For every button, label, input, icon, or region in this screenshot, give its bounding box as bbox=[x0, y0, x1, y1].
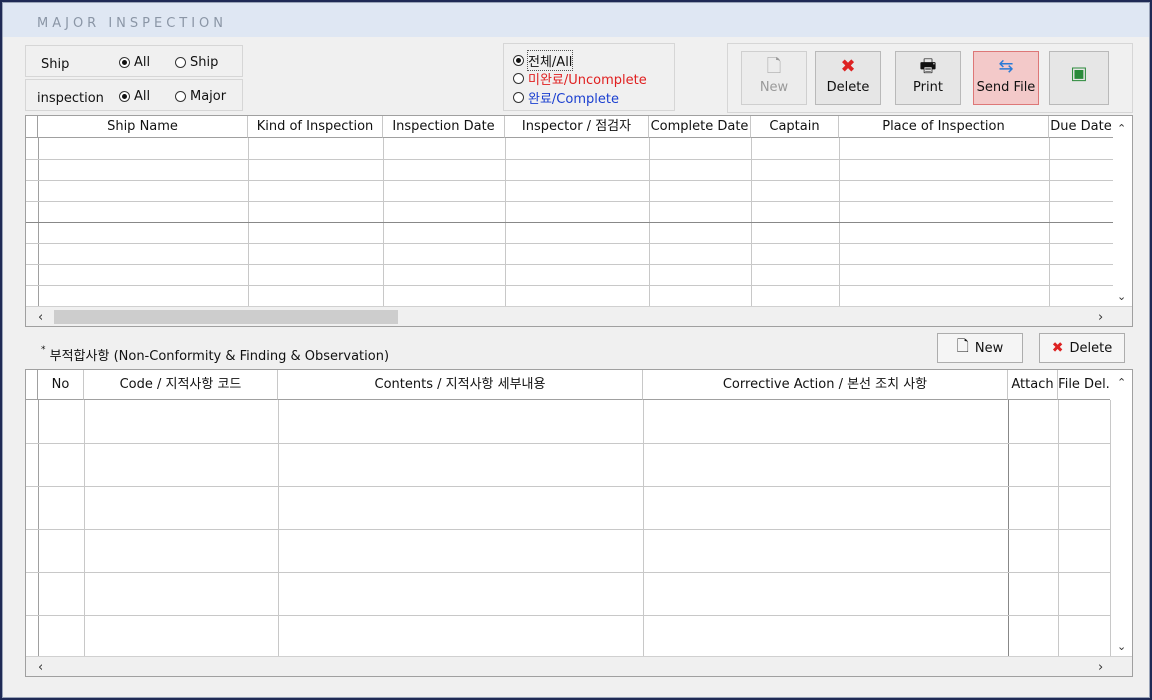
table-row[interactable] bbox=[26, 243, 1113, 244]
status-uncomplete-radio[interactable]: 미완료/Uncomplete bbox=[513, 69, 647, 88]
scroll-right-icon[interactable]: › bbox=[1098, 660, 1103, 675]
column-header[interactable]: Ship Name bbox=[38, 116, 248, 138]
grid-line bbox=[278, 400, 279, 656]
delete-icon: ✖ bbox=[1051, 340, 1064, 356]
ship-ship-label: Ship bbox=[190, 55, 219, 70]
printer-icon: 🖶 bbox=[919, 56, 937, 77]
column-header[interactable]: Contents / 지적사항 세부내용 bbox=[278, 370, 643, 400]
column-header[interactable]: Inspection Date bbox=[383, 116, 505, 138]
grid-line bbox=[38, 400, 39, 656]
radio-unselected-icon bbox=[513, 73, 524, 84]
grid-line bbox=[84, 400, 85, 656]
status-uncomplete-label: 미완료/Uncomplete bbox=[528, 73, 647, 88]
status-all-label: 전체/All bbox=[526, 50, 574, 71]
send-file-icon: ⇆ bbox=[998, 56, 1014, 77]
inspection-table[interactable]: Ship Name Kind of Inspection Inspection … bbox=[25, 115, 1133, 327]
row-header-corner bbox=[26, 370, 38, 400]
scroll-up-icon[interactable]: ⌃ bbox=[1117, 122, 1126, 135]
column-header[interactable]: Complete Date bbox=[649, 116, 751, 138]
table-row[interactable] bbox=[26, 486, 1110, 487]
inspection-major-label: Major bbox=[190, 89, 227, 104]
scroll-left-icon[interactable]: ‹ bbox=[38, 660, 43, 675]
column-header[interactable]: Inspector / 점검자 bbox=[505, 116, 649, 138]
bullet-icon: * bbox=[41, 345, 46, 355]
delete-inspection-button[interactable]: ✖ Delete bbox=[815, 51, 881, 105]
ship-ship-radio[interactable]: Ship bbox=[175, 55, 218, 70]
status-all-radio[interactable]: 전체/All bbox=[513, 50, 574, 71]
grid-line bbox=[1008, 400, 1009, 656]
window-title: MAJOR INSPECTION bbox=[37, 16, 228, 31]
table-row[interactable] bbox=[26, 572, 1110, 573]
exit-button[interactable]: ▣ bbox=[1049, 51, 1109, 105]
scroll-down-icon[interactable]: ⌄ bbox=[1117, 290, 1126, 303]
title-bar: MAJOR INSPECTION bbox=[3, 3, 1149, 37]
table-row[interactable] bbox=[26, 222, 1113, 223]
exit-door-icon: ▣ bbox=[1070, 63, 1088, 84]
delete-icon: ✖ bbox=[840, 56, 856, 77]
grid-line bbox=[1058, 400, 1059, 656]
new-inspection-button[interactable]: 🗋 New bbox=[741, 51, 807, 105]
column-header[interactable]: No bbox=[38, 370, 84, 400]
table-row[interactable] bbox=[26, 159, 1113, 160]
inspection-all-radio[interactable]: All bbox=[119, 89, 150, 104]
ship-all-radio[interactable]: All bbox=[119, 55, 150, 70]
main-window: MAJOR INSPECTION Ship All Ship inspectio… bbox=[2, 2, 1150, 698]
column-header[interactable]: File Del. bbox=[1058, 370, 1110, 400]
radio-unselected-icon bbox=[175, 57, 186, 68]
delete-finding-label: Delete bbox=[1069, 340, 1113, 356]
table-row[interactable] bbox=[26, 443, 1110, 444]
scroll-up-icon[interactable]: ⌃ bbox=[1117, 376, 1126, 389]
radio-unselected-icon bbox=[175, 91, 186, 102]
add-finding-label: New bbox=[974, 340, 1004, 356]
inspection-major-radio[interactable]: Major bbox=[175, 89, 226, 104]
table-row[interactable] bbox=[26, 201, 1113, 202]
new-document-icon: 🗋 bbox=[956, 336, 969, 355]
findings-title: * 부적합사항 (Non-Conformity & Finding & Obse… bbox=[41, 345, 389, 364]
ship-all-label: All bbox=[134, 55, 151, 70]
column-header[interactable]: Attach bbox=[1008, 370, 1058, 400]
horizontal-scrollbar[interactable]: ‹ › bbox=[26, 656, 1132, 676]
horizontal-scrollbar[interactable]: ‹ › bbox=[26, 306, 1132, 326]
add-finding-button[interactable]: 🗋 New bbox=[937, 333, 1023, 363]
table-row[interactable] bbox=[26, 615, 1110, 616]
row-header-corner bbox=[26, 116, 38, 138]
ship-filter-label: Ship bbox=[41, 57, 70, 72]
column-header[interactable]: Corrective Action / 본선 조치 사항 bbox=[643, 370, 1008, 400]
column-header[interactable]: Place of Inspection bbox=[839, 116, 1049, 138]
scroll-left-icon[interactable]: ‹ bbox=[38, 310, 43, 325]
grid-line bbox=[1110, 400, 1111, 656]
table-row[interactable] bbox=[26, 529, 1110, 530]
new-document-icon: 🗋 bbox=[766, 56, 782, 77]
column-header[interactable]: Code / 지적사항 코드 bbox=[84, 370, 278, 400]
radio-unselected-icon bbox=[513, 92, 524, 103]
print-button[interactable]: 🖶 Print bbox=[895, 51, 961, 105]
radio-selected-icon bbox=[513, 55, 524, 66]
inspection-filter-label: inspection bbox=[37, 91, 104, 106]
grid-line bbox=[643, 400, 644, 656]
scroll-down-icon[interactable]: ⌄ bbox=[1117, 640, 1126, 653]
status-complete-radio[interactable]: 완료/Complete bbox=[513, 88, 619, 107]
findings-table[interactable]: No Code / 지적사항 코드 Contents / 지적사항 세부내용 C… bbox=[25, 369, 1133, 677]
status-complete-label: 완료/Complete bbox=[528, 92, 619, 107]
column-header[interactable]: Due Date bbox=[1049, 116, 1113, 138]
radio-selected-icon bbox=[119, 91, 130, 102]
delete-finding-button[interactable]: ✖ Delete bbox=[1039, 333, 1125, 363]
send-file-button[interactable]: ⇆ Send File bbox=[973, 51, 1039, 105]
radio-selected-icon bbox=[119, 57, 130, 68]
table-row[interactable] bbox=[26, 264, 1113, 265]
scrollbar-thumb[interactable] bbox=[54, 310, 398, 324]
column-header[interactable]: Kind of Inspection bbox=[248, 116, 383, 138]
table-row[interactable] bbox=[26, 180, 1113, 181]
findings-title-text: 부적합사항 (Non-Conformity & Finding & Observ… bbox=[49, 349, 390, 364]
inspection-all-label: All bbox=[134, 89, 151, 104]
scroll-right-icon[interactable]: › bbox=[1098, 310, 1103, 325]
table-row[interactable] bbox=[26, 285, 1113, 286]
column-header[interactable]: Captain bbox=[751, 116, 839, 138]
